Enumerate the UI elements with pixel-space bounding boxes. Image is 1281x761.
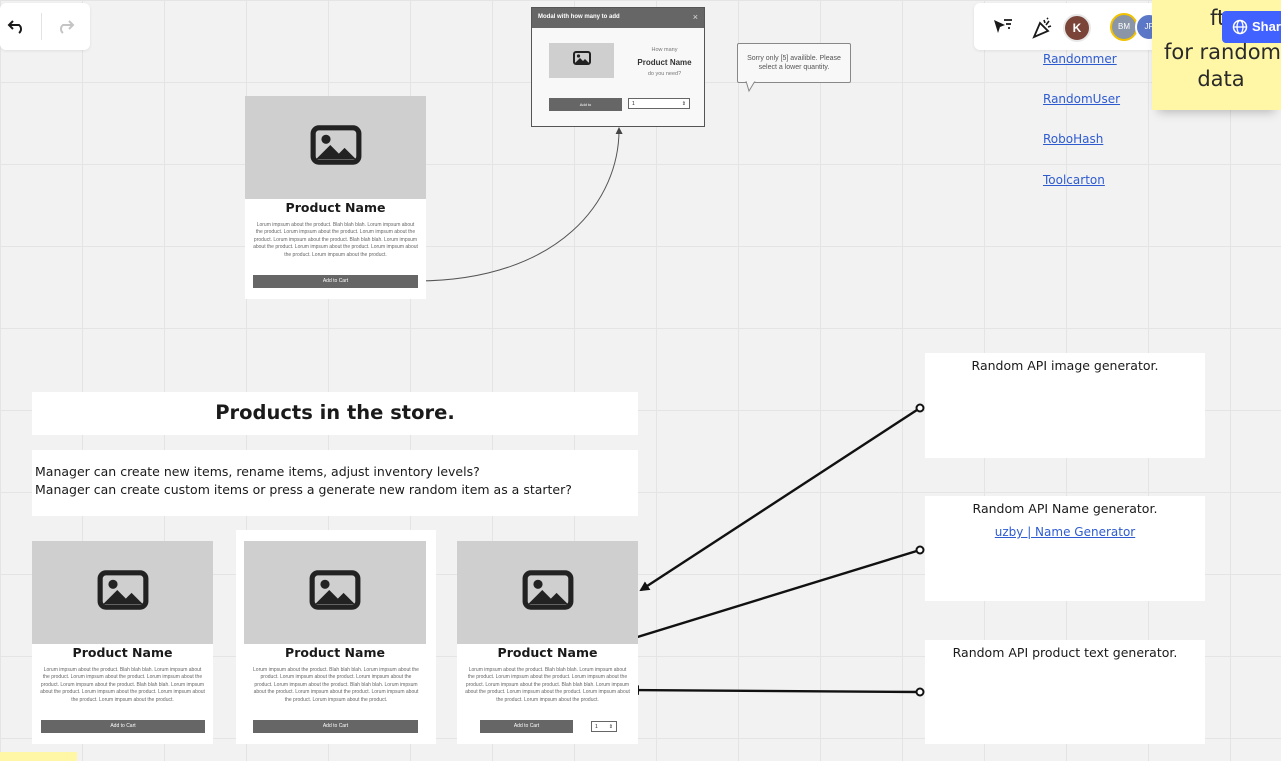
product-description: Lorum impsum about the product. Blah bla…	[253, 222, 418, 258]
note-image-generator-text: Random API image generator.	[971, 358, 1159, 373]
modal-quantity-select[interactable]: 1 ⇕	[628, 98, 690, 109]
globe-icon	[1232, 19, 1248, 38]
link-uzby-name-generator[interactable]: uzby | Name Generator	[925, 525, 1205, 539]
link-randomuser[interactable]: RandomUser	[1043, 92, 1120, 106]
product-description: Lorum impsum about the product. Blah bla…	[253, 667, 419, 703]
modal-prompt-line-2: do you need?	[647, 71, 682, 77]
arrow-name-generator	[590, 548, 921, 654]
sticky-note-bottom[interactable]	[0, 752, 77, 761]
store-heading-box[interactable]: Products in the store.	[32, 392, 638, 435]
stock-warning-tooltip: Sorry only [5] availible. Please select …	[737, 43, 851, 83]
link-toolcarton[interactable]: Toolcarton	[1043, 173, 1105, 187]
note-name-generator-text: Random API Name generator.	[972, 501, 1158, 516]
arrow-anchor-image	[915, 403, 925, 413]
quantity-value: 1	[595, 724, 598, 730]
product-image-placeholder	[245, 96, 426, 199]
modal-header: Modal with how many to add ×	[532, 8, 704, 28]
product-image-placeholder	[244, 541, 426, 644]
product-name: Product Name	[285, 645, 385, 660]
share-button[interactable]: Shar	[1222, 11, 1281, 43]
avatar-bm-initial: BM	[1118, 22, 1130, 31]
product-card-top[interactable]: Product Name Lorum impsum about the prod…	[245, 96, 426, 299]
avatar-bm[interactable]: BM	[1110, 13, 1138, 41]
modal-prompt-line-1: How many	[651, 47, 678, 53]
note-text-generator[interactable]: Random API product text generator.	[925, 640, 1205, 744]
modal-product-name: Product Name	[637, 58, 692, 67]
note-name-generator[interactable]: Random API Name generator. uzby | Name G…	[925, 496, 1205, 601]
store-description-line-1: Manager can create new items, rename ite…	[35, 464, 480, 479]
modal-image-icon	[572, 51, 591, 70]
cursor-filter-icon[interactable]	[990, 15, 1014, 39]
note-text-generator-text: Random API product text generator.	[952, 645, 1178, 660]
store-heading: Products in the store.	[215, 401, 455, 424]
store-description-line-2: Manager can create custom items or press…	[35, 482, 572, 497]
product-card-2[interactable]: Product Name Lorum impsum about the prod…	[236, 530, 436, 744]
image-icon	[309, 570, 361, 615]
modal-image-placeholder	[549, 43, 614, 78]
modal-mockup[interactable]: Modal with how many to add × How many Pr…	[531, 7, 705, 127]
image-icon	[310, 125, 362, 170]
product-description: Lorum impsum about the product. Blah bla…	[465, 667, 630, 703]
product-card-3[interactable]: Product Name Lorum impsum about the prod…	[457, 541, 638, 744]
undo-redo-toolbar	[0, 3, 90, 50]
tooltip-tail	[745, 81, 756, 93]
quantity-arrow-icon: ⇕	[608, 724, 613, 730]
modal-add-button[interactable]: Add to	[549, 98, 622, 111]
modal-close-icon[interactable]: ×	[693, 12, 698, 22]
add-to-cart-button[interactable]: Add to Cart	[41, 720, 205, 733]
share-label: Shar	[1252, 19, 1281, 34]
stock-warning-text: Sorry only [5] availible. Please select …	[747, 55, 841, 71]
store-description-box[interactable]: Manager can create new items, rename ite…	[32, 450, 638, 516]
product-image-placeholder	[32, 541, 213, 644]
party-popper-icon[interactable]	[1030, 15, 1056, 41]
modal-title: Modal with how many to add	[538, 14, 620, 20]
redo-icon[interactable]	[52, 13, 78, 39]
note-image-generator[interactable]: Random API image generator.	[925, 353, 1205, 458]
avatar-k[interactable]: K	[1063, 14, 1091, 42]
avatar-k-initial: K	[1072, 21, 1082, 35]
product-description: Lorum impsum about the product. Blah bla…	[40, 667, 205, 703]
product-name: Product Name	[285, 200, 386, 215]
link-randommer[interactable]: Randommer	[1043, 52, 1117, 66]
add-to-cart-button[interactable]: Add to Cart	[253, 275, 418, 288]
add-to-cart-button[interactable]: Add to Cart	[253, 720, 418, 733]
add-to-cart-button[interactable]: Add to Cart	[480, 720, 573, 733]
undo-icon[interactable]	[4, 13, 30, 39]
toolbar-divider	[41, 13, 42, 40]
product-image-placeholder	[457, 541, 638, 644]
image-icon	[97, 570, 149, 615]
sticky-note-line-2: for random	[1164, 40, 1281, 64]
modal-quantity-value: 1	[632, 101, 635, 107]
sticky-note-line-3: data	[1197, 67, 1245, 91]
product-card-1[interactable]: Product Name Lorum impsum about the prod…	[32, 541, 213, 744]
image-icon	[522, 570, 574, 615]
arrow-anchor-name	[915, 545, 925, 555]
connector-card-to-modal	[417, 127, 623, 282]
modal-select-arrow-icon: ⇕	[681, 101, 686, 107]
product-name: Product Name	[497, 645, 598, 660]
quantity-select[interactable]: 1 ⇕	[591, 721, 617, 732]
arrow-anchor-text	[915, 687, 925, 697]
arrow-text-generator	[629, 685, 921, 696]
product-name: Product Name	[72, 645, 173, 660]
link-robohash[interactable]: RoboHash	[1043, 132, 1103, 146]
